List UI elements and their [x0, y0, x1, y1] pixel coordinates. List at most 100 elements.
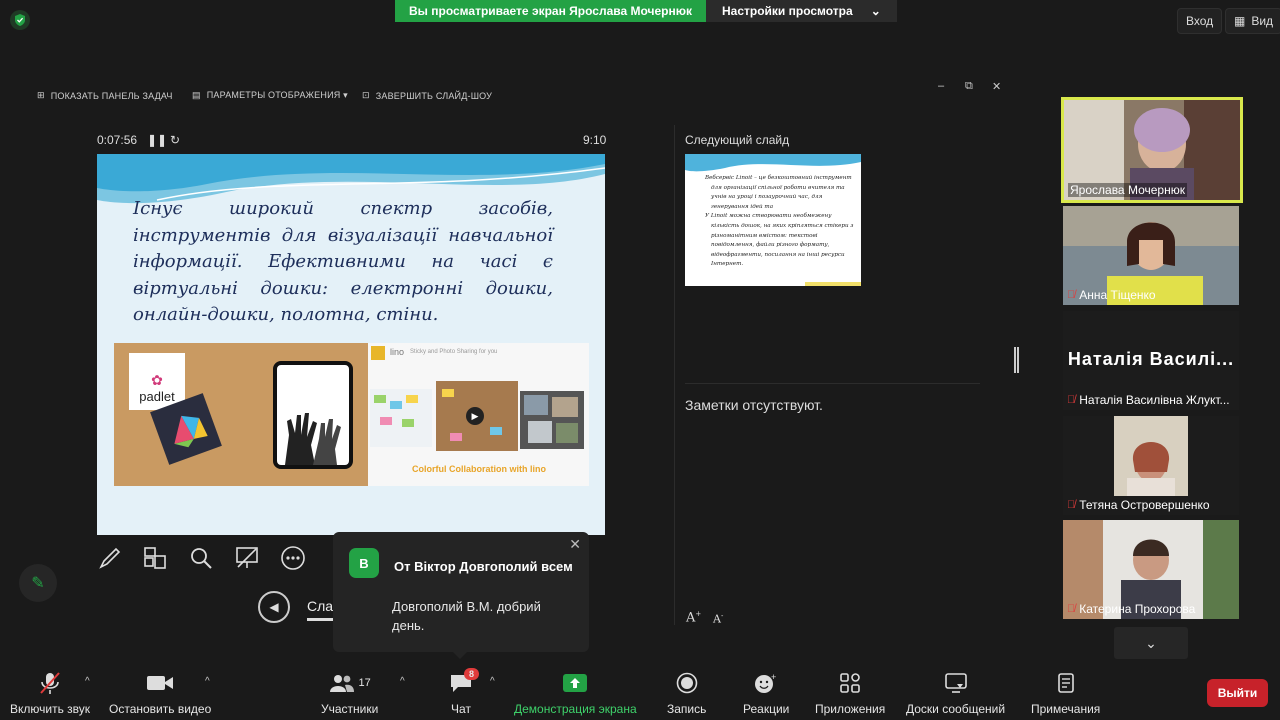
- padlet-text: padlet: [139, 389, 175, 404]
- decrease-font-icon[interactable]: A-: [713, 612, 723, 626]
- restart-icon[interactable]: ↻: [170, 133, 180, 147]
- video-options-caret[interactable]: ^: [205, 676, 210, 687]
- record-label: Запись: [667, 702, 707, 716]
- close-icon[interactable]: ✕: [569, 536, 581, 553]
- stop-video-label: Остановить видео: [109, 702, 212, 716]
- view-options-button[interactable]: Настройки просмотра ⌄: [705, 0, 897, 22]
- chat-unread-badge: 8: [464, 668, 480, 680]
- svg-text:+: +: [771, 672, 776, 682]
- record-icon: [676, 670, 698, 696]
- video-tile[interactable]: 🎙̸ Анна Тіщенко: [1063, 206, 1239, 305]
- view-label: Вид: [1251, 14, 1274, 28]
- end-slideshow-icon: ⊡: [362, 90, 370, 100]
- apps-label: Приложения: [815, 702, 886, 716]
- more-options-icon[interactable]: [279, 544, 307, 572]
- end-slideshow-label: ЗАВЕРШИТЬ СЛАЙД-ШОУ: [375, 90, 493, 101]
- participants-label: Участники: [321, 702, 379, 716]
- tile-label: 🎙̸ Наталія Василівна Жлукт...: [1067, 393, 1230, 407]
- chat-icon-wrap: 8: [449, 668, 480, 696]
- tablet-hands-image: [273, 361, 353, 469]
- pause-icon[interactable]: ❚❚: [147, 133, 167, 147]
- people-icon: [329, 675, 354, 692]
- black-screen-icon[interactable]: [233, 544, 261, 572]
- reactions-label: Реакции: [743, 702, 790, 716]
- mic-muted-icon: 🎙̸: [1067, 289, 1076, 301]
- pen-icon[interactable]: [96, 544, 124, 572]
- tile-label: 🎙̸ Тетяна Островершенко: [1067, 498, 1210, 512]
- end-slideshow-button[interactable]: ⊡ ЗАВЕРШИТЬ СЛАЙД-ШОУ: [362, 90, 492, 101]
- chat-label: Чат: [451, 702, 471, 716]
- share-banner: Вы просматриваете экран Ярослава Мочерню…: [395, 0, 897, 22]
- stop-video-button[interactable]: Остановить видео: [109, 670, 211, 716]
- view-button[interactable]: ▦ Вид: [1225, 8, 1280, 34]
- restore-icon[interactable]: ⧉: [965, 80, 973, 93]
- share-screen-button[interactable]: Демонстрация экрана: [514, 670, 637, 716]
- clock-time: 9:10: [583, 133, 607, 147]
- apps-button[interactable]: Приложения: [815, 670, 885, 716]
- chat-options-caret[interactable]: ^: [490, 676, 495, 687]
- zoom-magnifier-icon[interactable]: [187, 544, 215, 572]
- show-taskbar-button[interactable]: ⊞ ПОКАЗАТЬ ПАНЕЛЬ ЗАДАЧ: [37, 90, 173, 101]
- share-screen-icon: [562, 670, 588, 696]
- tile-label: 🎙̸ Анна Тіщенко: [1067, 288, 1156, 302]
- share-screen-label: Демонстрация экрана: [514, 702, 637, 716]
- chat-button[interactable]: 8 Чат: [449, 668, 480, 716]
- current-slide: Існує широкий спектр засобів, інструмент…: [97, 154, 605, 535]
- mic-muted-icon: 🎙̸: [1067, 394, 1076, 406]
- video-tile[interactable]: Наталія Василі... 🎙̸ Наталія Василівна Жл…: [1063, 311, 1239, 410]
- tile-name: Ярослава Мочернюк: [1068, 183, 1187, 197]
- whiteboards-label: Доски сообщений: [906, 702, 1006, 716]
- panel-divider: [674, 125, 675, 625]
- tile-label: 🎙̸ Катерина Прохорова: [1067, 602, 1195, 616]
- mic-muted-icon: 🎙̸: [1067, 603, 1076, 615]
- next-slide-thumbnail: Вебсервіс Linoit – це безкоштовний інстр…: [685, 154, 861, 286]
- lino-caption: Colorful Collaboration with lino: [412, 464, 546, 474]
- whiteboards-button[interactable]: Доски сообщений: [906, 670, 1005, 716]
- tile-big-name: Наталія Василі...: [1067, 349, 1235, 369]
- lino-logo-icon: [371, 346, 385, 360]
- gallery-scroll-down-button[interactable]: ⌄: [1114, 627, 1188, 659]
- close-icon[interactable]: ✕: [992, 80, 1001, 93]
- display-settings-button[interactable]: ▤ ПАРАМЕТРЫ ОТОБРАЖЕНИЯ ▾: [192, 90, 348, 101]
- sender-avatar: В: [349, 548, 379, 578]
- enter-label: Вход: [1186, 14, 1214, 28]
- video-tile[interactable]: 🎙̸ Тетяна Островершенко: [1063, 416, 1239, 515]
- minimize-icon[interactable]: –: [938, 80, 944, 92]
- chat-notification[interactable]: В От Віктор Довгополий всем Довгополий В…: [333, 532, 589, 652]
- participants-button[interactable]: 17 Участники: [321, 670, 378, 716]
- splitter-handle[interactable]: [1014, 347, 1019, 373]
- next-slide-text: Вебсервіс Linoit – це безкоштовний інстр…: [705, 174, 857, 270]
- mic-muted-icon: [37, 670, 63, 696]
- unmute-button[interactable]: Включить звук: [10, 670, 90, 716]
- annotate-pencil-icon[interactable]: ✎: [19, 564, 57, 602]
- all-slides-icon[interactable]: [141, 544, 169, 572]
- smiley-plus-icon: +: [754, 670, 778, 696]
- enter-button[interactable]: Вход: [1177, 8, 1223, 34]
- notes-empty-text: Заметки отсутствуют.: [685, 397, 823, 413]
- leave-button[interactable]: Выйти: [1207, 679, 1268, 707]
- increase-font-icon[interactable]: A+: [686, 610, 701, 625]
- grid-icon: ▦: [1234, 14, 1246, 28]
- next-slide-bullet: Вебсервіс Linoit – це безкоштовний інстр…: [705, 175, 852, 210]
- audio-options-caret[interactable]: ^: [85, 676, 90, 687]
- video-tile[interactable]: 🎙̸ Катерина Прохорова: [1063, 520, 1239, 619]
- notes-label: Примечания: [1031, 702, 1101, 716]
- tile-name: Катерина Прохорова: [1079, 602, 1196, 616]
- reactions-button[interactable]: + Реакции: [743, 670, 789, 716]
- unmute-label: Включить звук: [10, 702, 91, 716]
- video-tile-active-speaker[interactable]: Ярослава Мочернюк: [1061, 97, 1243, 203]
- sharing-status: Вы просматриваете экран Ярослава Мочерню…: [395, 0, 706, 22]
- record-button[interactable]: Запись: [667, 670, 706, 716]
- slide-line: Існує широкий спектр засобів,: [133, 198, 553, 219]
- display-settings-label: ПАРАМЕТРЫ ОТОБРАЖЕНИЯ ▾: [206, 90, 348, 100]
- tile-name: Тетяна Островершенко: [1079, 498, 1210, 512]
- participants-options-caret[interactable]: ^: [400, 676, 405, 687]
- previous-slide-button[interactable]: ◀: [258, 591, 290, 623]
- video-camera-icon: [146, 670, 174, 696]
- chevron-down-icon: ⌄: [870, 4, 881, 18]
- notes-button[interactable]: Примечания: [1031, 670, 1100, 716]
- chat-popup-pointer: [453, 652, 467, 659]
- taskbar-icon: ⊞: [37, 90, 45, 100]
- slide-line: інструментів для візуалізації навчальної: [133, 224, 553, 246]
- security-shield-icon[interactable]: [10, 10, 30, 30]
